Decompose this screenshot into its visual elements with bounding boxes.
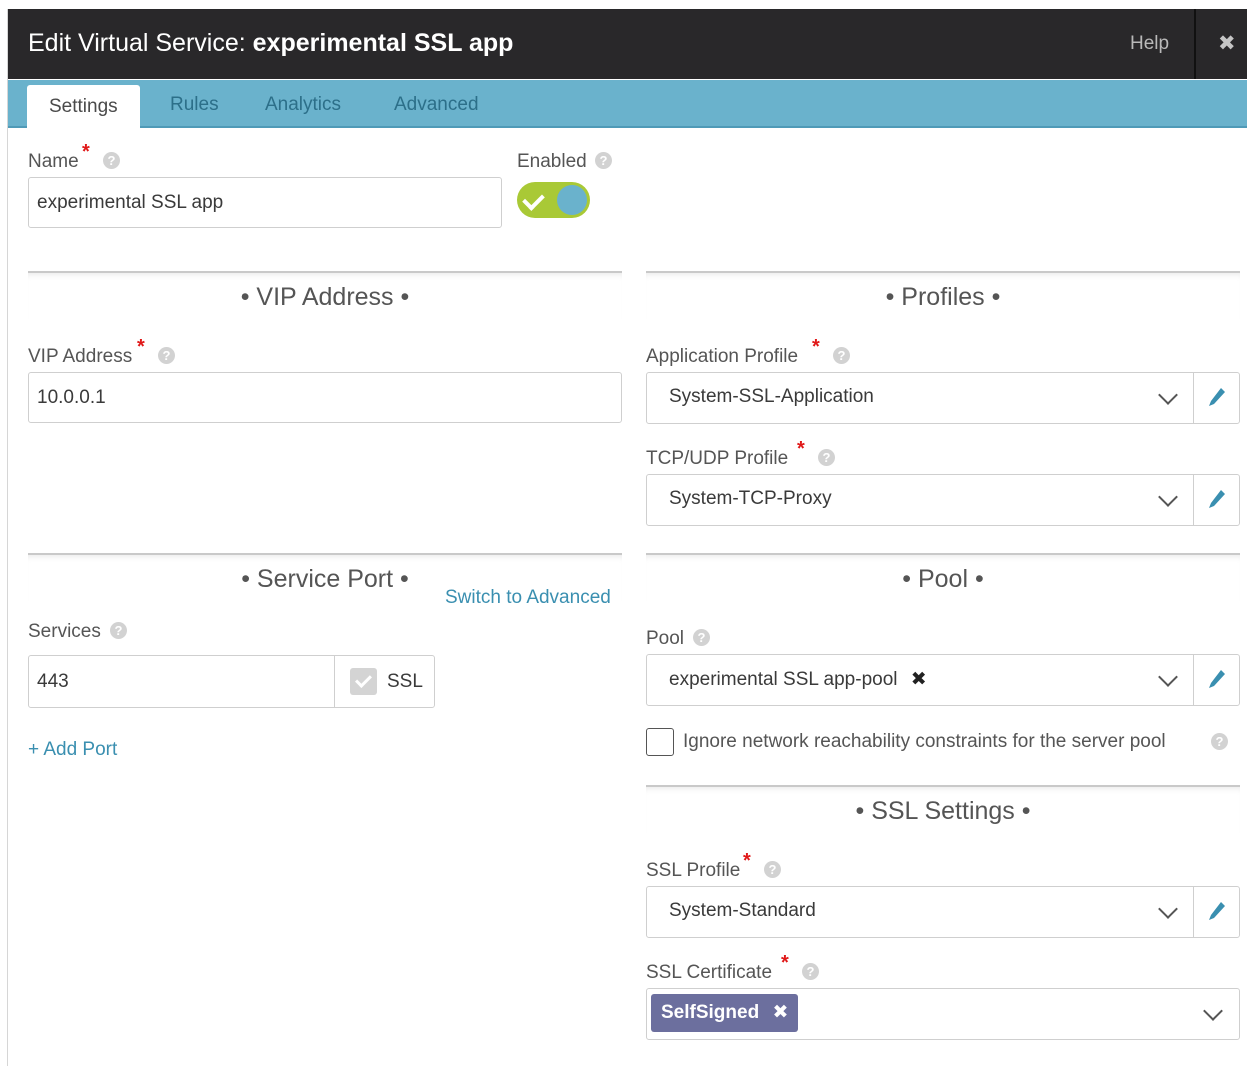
- clear-icon[interactable]: ✖: [911, 669, 927, 690]
- tab-rules[interactable]: Rules: [170, 94, 219, 116]
- pool-section-title: • Pool •: [902, 565, 984, 593]
- check-icon: [355, 671, 372, 688]
- tab-analytics[interactable]: Analytics: [265, 94, 341, 116]
- ssl-checkbox[interactable]: [350, 668, 377, 695]
- profiles-section-title: • Profiles •: [885, 283, 1001, 311]
- application-profile-label: Application Profile: [646, 346, 799, 367]
- application-profile-select[interactable]: System-SSL-Application: [646, 372, 1240, 424]
- help-icon[interactable]: ?: [693, 629, 710, 646]
- help-icon[interactable]: ?: [1211, 733, 1228, 750]
- pencil-icon: [1209, 902, 1225, 920]
- enabled-label: Enabled: [517, 151, 587, 172]
- ssl-certificate-chip: SelfSigned ✖: [651, 994, 799, 1032]
- title-prefix: Edit Virtual Service:: [28, 29, 246, 57]
- tcp-udp-profile-select[interactable]: System-TCP-Proxy: [646, 474, 1240, 526]
- services-label: Services: [28, 621, 101, 642]
- help-icon[interactable]: ?: [818, 449, 835, 466]
- ssl-profile-select[interactable]: System-Standard: [646, 886, 1240, 938]
- name-input[interactable]: experimental SSL app: [28, 177, 502, 228]
- name-input-value: experimental SSL app: [37, 191, 224, 213]
- ssl-certificate-label: SSL Certificate: [646, 962, 773, 983]
- vip-address-value: 10.0.0.1: [37, 386, 106, 408]
- help-icon[interactable]: ?: [103, 152, 120, 169]
- title-divider: [1194, 9, 1196, 79]
- pool-value-text: experimental SSL app-pool: [669, 669, 898, 690]
- required-marker: *: [781, 952, 789, 974]
- toggle-knob: [557, 185, 587, 215]
- pencil-icon: [1209, 388, 1225, 406]
- vip-address-label: VIP Address: [28, 346, 133, 367]
- tab-bar: Settings Rules Analytics Advanced: [8, 80, 1247, 128]
- ssl-profile-value: System-Standard: [669, 900, 816, 921]
- service-port-input[interactable]: 443: [28, 655, 335, 708]
- edit-button[interactable]: [1193, 887, 1239, 937]
- help-icon[interactable]: ?: [764, 861, 781, 878]
- pencil-icon: [1209, 670, 1225, 688]
- application-profile-value: System-SSL-Application: [669, 386, 874, 407]
- chevron-down-icon: [1203, 1001, 1223, 1021]
- chevron-down-icon: [1158, 487, 1178, 507]
- edit-button[interactable]: [1193, 373, 1239, 423]
- pool-value: experimental SSL app-pool ✖: [669, 668, 927, 691]
- chevron-down-icon: [1158, 385, 1178, 405]
- tab-settings[interactable]: Settings: [27, 85, 140, 128]
- tcp-udp-profile-label: TCP/UDP Profile: [646, 448, 789, 469]
- help-icon[interactable]: ?: [802, 963, 819, 980]
- required-marker: *: [812, 336, 820, 358]
- required-marker: *: [82, 141, 90, 163]
- edit-button[interactable]: [1193, 655, 1239, 705]
- tcp-udp-profile-value: System-TCP-Proxy: [669, 488, 832, 509]
- vip-address-section-header: • VIP Address •: [28, 271, 622, 319]
- pool-section-header: • Pool •: [646, 553, 1240, 601]
- ignore-reachability-label: Ignore network reachability constraints …: [683, 731, 1166, 752]
- ssl-certificate-chip-label: SelfSigned: [661, 1002, 760, 1023]
- service-port-value: 443: [37, 670, 69, 692]
- help-icon[interactable]: ?: [595, 152, 612, 169]
- ssl-settings-section-header: • SSL Settings •: [646, 785, 1240, 833]
- close-icon[interactable]: ✖: [1218, 31, 1236, 56]
- chevron-down-icon: [1158, 667, 1178, 687]
- check-icon: [522, 188, 545, 211]
- title-bar: Edit Virtual Service: experimental SSL a…: [8, 9, 1247, 79]
- enabled-toggle[interactable]: [517, 182, 590, 218]
- tab-advanced[interactable]: Advanced: [394, 94, 479, 116]
- switch-to-advanced-link[interactable]: Switch to Advanced: [445, 587, 611, 609]
- edit-button[interactable]: [1193, 475, 1239, 525]
- name-label: Name: [28, 151, 79, 172]
- chevron-down-icon: [1158, 899, 1178, 919]
- ignore-reachability-checkbox[interactable]: [646, 728, 674, 756]
- add-port-link[interactable]: + Add Port: [28, 739, 117, 761]
- ssl-profile-label: SSL Profile: [646, 860, 741, 881]
- ssl-settings-section-title: • SSL Settings •: [855, 797, 1031, 825]
- remove-icon[interactable]: ✖: [772, 1002, 788, 1023]
- profiles-section-header: • Profiles •: [646, 271, 1240, 319]
- help-link[interactable]: Help: [1130, 33, 1169, 55]
- vip-address-input[interactable]: 10.0.0.1: [28, 372, 622, 423]
- required-marker: *: [743, 850, 751, 872]
- pool-label: Pool: [646, 628, 685, 649]
- required-marker: *: [137, 336, 145, 358]
- vip-address-section-title: • VIP Address •: [240, 283, 410, 311]
- help-icon[interactable]: ?: [110, 622, 127, 639]
- ssl-checkbox-label: SSL: [387, 670, 423, 692]
- title-service-name: experimental SSL app: [252, 29, 514, 57]
- edit-virtual-service-dialog: Edit Virtual Service: experimental SSL a…: [7, 9, 1247, 1066]
- help-icon[interactable]: ?: [158, 347, 175, 364]
- ssl-checkbox-addon[interactable]: SSL: [334, 655, 435, 708]
- dialog-title: Edit Virtual Service: experimental SSL a…: [28, 29, 513, 58]
- pencil-icon: [1209, 490, 1225, 508]
- required-marker: *: [797, 438, 805, 460]
- help-icon[interactable]: ?: [833, 347, 850, 364]
- pool-select[interactable]: experimental SSL app-pool ✖: [646, 654, 1240, 706]
